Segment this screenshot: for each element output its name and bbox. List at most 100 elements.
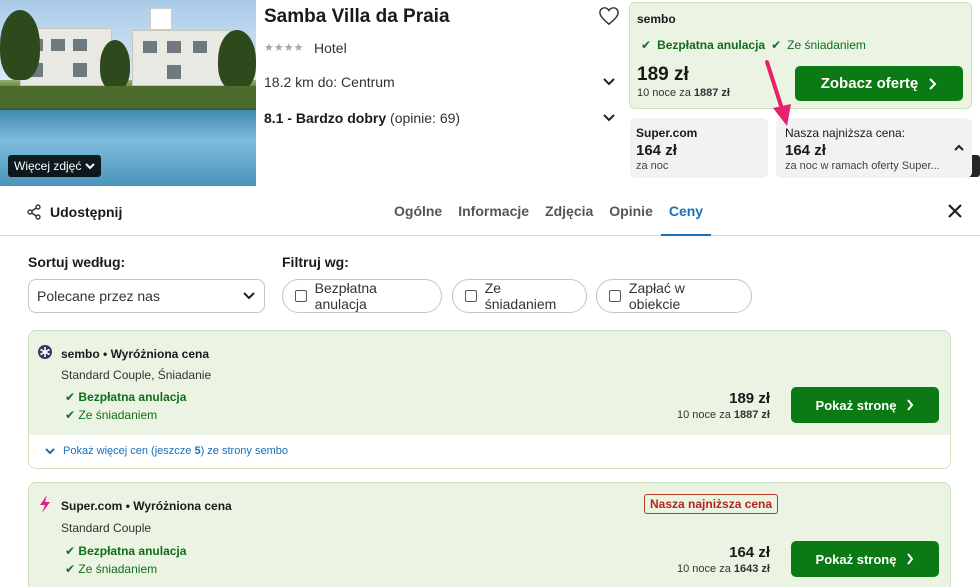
filter-free-cancel[interactable]: Bezpłatna anulacja [282,279,442,313]
hotel-stars: ★★★★ [264,42,304,54]
photo-window [73,39,87,51]
provider-tag: Wyróżniona cena [110,347,210,361]
tab-reviews[interactable]: Opinie [601,186,661,236]
tab-photos[interactable]: Zdjęcia [537,186,601,236]
card-price: 164 zł [729,544,770,561]
heart-icon[interactable] [598,6,620,26]
check-icon: ✔ [65,562,76,576]
nights-prefix: 10 noce za [637,87,691,99]
top-offer-provider: sembo [637,12,676,26]
card-feature: ✔ Bezpłatna anulacja [65,390,186,404]
super-offer-price: 164 zł [636,142,677,159]
filter-pay-at-property-label: Zapłać w obiekcie [628,280,685,312]
show-site-label: Pokaż stronę [815,397,897,413]
lowest-price-title: Nasza najniższa cena: [785,126,906,140]
super-offer-box[interactable]: Super.com 164 zł za noc [630,118,768,178]
lightning-icon [40,495,50,513]
show-site-label: Pokaż stronę [815,551,897,567]
rating-reviews: (opinie: 69) [390,110,461,126]
chevron-down-icon [243,292,255,300]
photo-building-right [132,30,230,86]
photo-window [193,41,207,53]
photo-palm [100,40,130,90]
card-feature: ✔ Ze śniadaniem [65,562,157,576]
super-offer-title: Super.com [636,126,698,140]
filter-label: Filtruj wg: [282,254,349,270]
nights-total: 1887 zł [693,87,730,99]
photo-palm [218,30,256,90]
show-site-button[interactable]: Pokaż stronę [791,541,939,577]
chevron-right-icon [929,77,937,90]
tab-info[interactable]: Informacje [450,186,537,236]
sort-select[interactable]: Polecane przez nas [28,279,265,313]
share-button[interactable]: Udostępnij [26,204,122,220]
more-suffix: ) ze strony sembo [200,445,288,457]
photo-window [51,39,65,51]
photo-tower [150,8,172,30]
card-provider: Super.com • Wyróżniona cena [61,499,232,513]
hotel-name[interactable]: Samba Villa da Praia [264,6,450,28]
filter-free-cancel-label: Bezpłatna anulacja [314,280,377,312]
card-room: Standard Couple, Śniadanie [61,368,212,382]
checkbox-icon [465,290,477,302]
nights-prefix: 10 noce za [677,563,731,575]
hotel-distance: 18.2 km do: Centrum [264,74,395,90]
tab-prices[interactable]: Ceny [660,186,712,236]
annotation-arrow-icon [765,60,791,126]
card-nights: 10 noce za 1643 zł [677,563,770,575]
card-price: 189 zł [729,390,770,407]
photo-window [143,41,157,53]
card-provider: sembo • Wyróżniona cena [61,347,210,361]
close-icon[interactable] [946,202,964,220]
free-cancel-label: Bezpłatna anulacja [657,38,766,52]
chevron-right-icon [907,553,914,565]
filter-breakfast-label: Ze śniadaniem [484,280,557,312]
see-offer-label: Zobacz ofertę [820,75,919,92]
super-offer-sub: za noc [636,160,669,172]
chevron-down-icon [45,448,55,455]
lowest-price-badge: Nasza najniższa cena [644,494,779,514]
sort-label: Sortuj według: [28,254,126,270]
share-label: Udostępnij [50,204,123,220]
chevron-up-icon[interactable] [953,143,965,153]
more-photos-button[interactable]: Więcej zdjęć [8,155,102,177]
lowest-price-box[interactable]: Nasza najniższa cena: 164 zł za noc w ra… [776,118,972,178]
filter-pay-at-property[interactable]: Zapłać w obiekcie [596,279,752,313]
top-offer-features: ✔ Bezpłatna anulacja ✔ Ze śniadaniem [641,38,866,52]
filter-breakfast[interactable]: Ze śniadaniem [452,279,587,313]
photo-window [167,41,181,53]
see-offer-button[interactable]: Zobacz ofertę [795,66,963,101]
top-offer-nights: 10 noce za 1887 zł [637,87,730,99]
free-cancel-label: Bezpłatna anulacja [78,390,187,404]
card-nights: 10 noce za 1887 zł [677,409,770,421]
nights-total: 1887 zł [733,409,770,421]
more-photos-label: Więcej zdjęć [14,159,82,173]
breakfast-label: Ze śniadaniem [78,562,158,576]
check-icon: ✔ [771,38,782,52]
provider-tag: Wyróżniona cena [133,499,232,513]
show-more-prices-link[interactable]: Pokaż więcej cen (jeszcze 5) ze strony s… [45,445,288,457]
rating-score: 8.1 - Bardzo dobry [264,110,387,126]
check-icon: ✔ [65,408,76,422]
chevron-down-icon[interactable] [601,110,617,126]
lowest-price-sub: za noc w ramach oferty Super... [785,160,940,172]
sort-value: Polecane przez nas [37,288,160,304]
card-feature: ✔ Bezpłatna anulacja [65,544,186,558]
offer-card: Super.com • Wyróżniona cena Standard Cou… [28,482,951,587]
photo-window [73,63,87,77]
check-icon: ✔ [65,544,76,558]
chevron-down-icon[interactable] [601,74,617,90]
card-more-row: Pokaż więcej cen (jeszcze 5) ze strony s… [29,435,950,468]
card-room: Standard Couple [61,521,152,535]
nights-total: 1643 zł [733,563,770,575]
hotel-rating: 8.1 - Bardzo dobry (opinie: 69) [264,110,460,126]
chevron-down-icon [85,163,96,170]
provider-name: sembo [61,347,100,361]
tabs: Ogólne Informacje Zdjęcia Opinie Ceny [386,186,712,236]
sembo-logo-icon [38,345,52,359]
show-site-button[interactable]: Pokaż stronę [791,387,939,423]
hotel-type: Hotel [314,40,347,56]
tab-overview[interactable]: Ogólne [386,186,450,236]
checkbox-icon [295,290,307,302]
check-icon: ✔ [641,38,652,52]
